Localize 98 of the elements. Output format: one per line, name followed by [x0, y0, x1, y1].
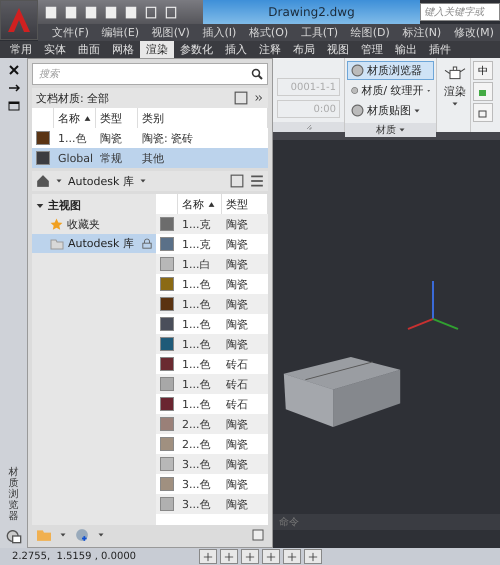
ribbon-tab[interactable]: 视图 [321, 41, 355, 58]
tree-item[interactable]: 收藏夹 [67, 217, 100, 232]
properties-icon [8, 100, 20, 112]
expand-icon [36, 202, 44, 210]
material-icon [351, 84, 358, 97]
table-cell: 陶瓷 [222, 494, 268, 514]
caret-icon [399, 127, 405, 133]
ribbon-tab[interactable]: 输出 [389, 41, 423, 58]
ribbon-tab[interactable]: 实体 [38, 41, 72, 58]
column-header[interactable]: 名称 [182, 196, 204, 212]
ucs-axis-icon [407, 280, 459, 330]
table-cell: 陶瓷 [222, 454, 268, 474]
ribbon-tab[interactable]: 参数化 [174, 41, 219, 58]
tree-item[interactable]: 主视图 [48, 198, 81, 213]
ribbon-button[interactable]: 材质/ 纹理开 [347, 81, 434, 100]
table-cell: 1...克 [178, 214, 222, 234]
search-field[interactable]: 搜索 [32, 63, 268, 85]
table-cell: 1...白 [178, 254, 222, 274]
status-toggle-button[interactable] [241, 549, 260, 564]
caret-icon [98, 532, 104, 538]
view-toggle-icon [234, 91, 248, 105]
ribbon-tab[interactable]: 网格 [106, 41, 140, 58]
search-icon [251, 68, 263, 80]
editor-icon [252, 528, 264, 542]
menu-item[interactable]: 工具(T) [300, 25, 338, 40]
palette-title: 材质浏览器 [8, 467, 18, 522]
folder-icon [36, 528, 52, 542]
menu-item[interactable]: 标注(N) [402, 25, 442, 40]
table-cell: 陶瓷 [222, 254, 268, 274]
menu-item[interactable]: 文件(F) [52, 25, 89, 40]
table-cell: 常规 [96, 148, 138, 168]
ribbon-tab[interactable]: 注释 [253, 41, 287, 58]
close-icon [8, 64, 20, 76]
add-material-icon [74, 528, 90, 542]
star-icon [50, 218, 63, 231]
coordinates-readout: 2.2755, 1.5159 , 0.0000 [12, 551, 136, 562]
status-toggle-button[interactable] [220, 549, 238, 564]
table-cell: 1...色 [178, 374, 222, 394]
table-cell: 其他 [138, 148, 268, 168]
caret-icon [60, 532, 66, 538]
table-cell: 3...色 [178, 454, 222, 474]
ribbon-tab[interactable]: 插件 [423, 41, 457, 58]
ribbon-tab[interactable]: 插入 [219, 41, 253, 58]
search-field[interactable]: 键入关键字或 [420, 3, 500, 21]
table-cell: Global [54, 148, 96, 168]
table-cell: 陶瓷 [222, 414, 268, 434]
render-button[interactable]: 渲染 [437, 58, 473, 111]
render-region-button[interactable] [473, 103, 493, 122]
material-icon [351, 64, 364, 77]
ribbon-tab[interactable]: 曲面 [72, 41, 106, 58]
column-header[interactable]: 类型 [226, 196, 248, 212]
menu-item[interactable]: 视图(V) [152, 25, 190, 40]
lock-icon [142, 238, 152, 250]
sort-ascending-icon [84, 114, 91, 122]
table-cell: 3...色 [178, 494, 222, 514]
caret-icon [140, 178, 146, 184]
material-icon [351, 104, 364, 117]
menu-item[interactable]: 绘图(D) [350, 25, 390, 40]
view-toggle-icon [230, 174, 244, 188]
table-cell: 砖石 [222, 374, 268, 394]
table-cell: 1...色 [178, 294, 222, 314]
ribbon-button[interactable]: 材质浏览器 [347, 61, 434, 80]
caret-icon [56, 178, 62, 184]
sort-ascending-icon [208, 200, 215, 208]
column-header[interactable]: 类别 [142, 110, 164, 126]
ribbon-tab[interactable]: 渲染 [140, 41, 174, 58]
table-cell: 2...色 [178, 414, 222, 434]
window-title: Drawing2.dwg [203, 0, 420, 24]
expand-icon [254, 93, 264, 103]
column-header[interactable]: 名称 [58, 110, 80, 126]
logo-icon [6, 7, 32, 33]
menu-item[interactable]: 修改(M) [454, 25, 494, 40]
pin-icon [8, 82, 20, 94]
ribbon-button[interactable]: 材质贴图 [347, 101, 434, 120]
menu-item[interactable]: 编辑(E) [102, 25, 140, 40]
status-toggle-button[interactable] [262, 549, 280, 564]
status-toggle-button[interactable] [199, 549, 218, 564]
caret-icon [414, 108, 420, 114]
dialog-launcher-icon [306, 124, 312, 130]
folder-icon [50, 238, 64, 250]
menu-item[interactable]: 插入(I) [202, 25, 236, 40]
table-cell: 陶瓷 [222, 334, 268, 354]
material-browser-icon [6, 528, 22, 544]
status-toggle-button[interactable] [283, 549, 302, 564]
ribbon-tab[interactable]: 布局 [287, 41, 321, 58]
list-view-icon [250, 174, 264, 188]
table-cell: 陶瓷 [222, 214, 268, 234]
quality-button[interactable]: 中 [473, 61, 493, 80]
ribbon-tab[interactable]: 常用 [4, 41, 38, 58]
table-cell: 陶瓷 [222, 294, 268, 314]
table-cell: 1...色 [178, 334, 222, 354]
column-header[interactable]: 类型 [100, 110, 122, 126]
search-input[interactable]: 搜索 [37, 68, 251, 80]
caret-icon [452, 101, 458, 107]
home-icon [36, 174, 50, 188]
ribbon-tab[interactable]: 管理 [355, 41, 389, 58]
status-toggle-button[interactable] [304, 549, 322, 564]
menu-item[interactable]: 格式(O) [248, 25, 288, 40]
